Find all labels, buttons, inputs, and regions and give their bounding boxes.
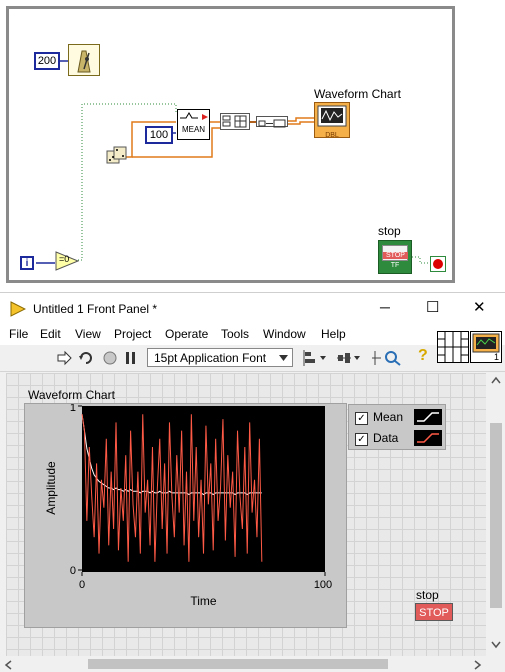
chart-terminal-label: Waveform Chart <box>314 87 401 101</box>
equal-to-zero-node[interactable]: =0 <box>55 251 80 271</box>
wire-array-chart-2[interactable] <box>288 121 314 125</box>
front-panel-canvas[interactable]: Waveform Chart 1 0 0 100 Time Amplitude ✓ Mea… <box>6 373 486 656</box>
waveform-chart-terminal[interactable]: DBL <box>314 102 350 139</box>
y-tick-label-1: 1 <box>70 404 76 414</box>
stop-button-terminal[interactable]: STOP TF <box>378 240 412 274</box>
samples-constant[interactable]: 100 <box>145 126 173 144</box>
menu-file[interactable]: File <box>9 327 28 341</box>
menu-operate[interactable]: Operate <box>165 327 208 341</box>
maximize-button[interactable]: ☐ <box>426 298 439 316</box>
align-objects-icon[interactable] <box>302 349 328 367</box>
vi-icon[interactable]: 1 <box>470 331 502 363</box>
vertical-scrollbar[interactable] <box>487 373 505 656</box>
window-title: Untitled 1 Front Panel * <box>33 302 158 316</box>
font-select-value: 15pt Application Font <box>154 351 267 365</box>
scroll-left-icon[interactable] <box>4 660 12 670</box>
bundle-node[interactable] <box>220 113 250 130</box>
y-axis-label: Amplitude <box>44 461 58 515</box>
chart-terminal-type: DBL <box>325 132 339 139</box>
stop-terminal-type: TF <box>390 262 400 269</box>
x-tick-label-0: 0 <box>79 579 85 591</box>
minimize-button[interactable]: ─ <box>380 299 390 315</box>
chart-title: Waveform Chart <box>28 388 115 402</box>
y-tick-label-0: 0 <box>70 565 76 577</box>
chart-icon <box>317 105 347 127</box>
menu-help[interactable]: Help <box>321 327 346 341</box>
loop-condition-terminal[interactable] <box>430 256 446 272</box>
legend-label-mean: Mean <box>373 410 404 424</box>
front-panel-window: Untitled 1 Front Panel * ─ ☐ ✕ File Edit… <box>0 292 505 672</box>
run-continuously-icon[interactable] <box>77 349 95 367</box>
menu-tools[interactable]: Tools <box>221 327 249 341</box>
iteration-terminal[interactable]: i <box>20 256 34 270</box>
metronome-icon <box>77 50 91 73</box>
stop-condition-icon <box>433 259 443 269</box>
vertical-scroll-thumb[interactable] <box>490 423 502 608</box>
vi-chart-icon <box>472 333 500 353</box>
wire-array-chart[interactable] <box>288 117 314 122</box>
title-bar[interactable]: Untitled 1 Front Panel * ─ ☐ ✕ <box>0 293 505 325</box>
x-axis-label: Time <box>190 594 217 608</box>
distribute-objects-icon[interactable] <box>336 349 362 367</box>
menu-project[interactable]: Project <box>114 327 151 341</box>
horizontal-scrollbar[interactable] <box>0 656 487 672</box>
bundle-icon <box>222 115 247 128</box>
wire-stop[interactable] <box>412 256 430 264</box>
menu-window[interactable]: Window <box>263 327 306 341</box>
horizontal-scroll-thumb[interactable] <box>88 659 388 669</box>
stop-label: stop <box>416 588 439 602</box>
context-help-button[interactable]: ? <box>418 347 428 365</box>
legend-checkbox-mean[interactable]: ✓ <box>355 412 368 425</box>
stop-terminal-label: stop <box>378 224 401 238</box>
scroll-right-icon[interactable] <box>474 660 482 670</box>
connector-pane-icon[interactable] <box>437 331 469 363</box>
dice-icon <box>106 146 127 164</box>
scroll-up-icon[interactable] <box>491 376 501 384</box>
build-array-icon <box>258 119 286 128</box>
legend-swatch-mean[interactable] <box>414 409 442 425</box>
x-tick-label-100: 100 <box>314 579 332 591</box>
resize-objects-icon[interactable] <box>371 349 407 367</box>
mean-label: MEAN <box>181 125 206 134</box>
menu-view[interactable]: View <box>75 327 101 341</box>
waveform-chart[interactable]: 1 0 0 100 Time Amplitude <box>24 402 347 628</box>
stop-button-text: STOP <box>419 607 449 619</box>
abort-icon[interactable] <box>102 350 118 366</box>
menu-edit[interactable]: Edit <box>40 327 61 341</box>
ptbypt-arrow-icon <box>180 112 208 120</box>
wait-ms-vi-icon[interactable] <box>68 44 100 76</box>
legend-checkbox-data[interactable]: ✓ <box>355 433 368 446</box>
legend-label-data: Data <box>373 431 399 445</box>
scroll-down-icon[interactable] <box>491 641 501 649</box>
pause-icon[interactable] <box>124 350 138 366</box>
plot-legend[interactable]: ✓ Mean ✓ Data <box>348 404 446 450</box>
stop-button[interactable]: STOP <box>415 603 453 621</box>
close-button[interactable]: ✕ <box>473 298 486 316</box>
stop-terminal-text: STOP <box>383 252 408 259</box>
wait-constant[interactable]: 200 <box>34 52 60 70</box>
chart-plot-svg[interactable]: 100 100TimeAmplitude <box>25 402 346 627</box>
chevron-down-icon <box>279 355 288 361</box>
build-array-node[interactable] <box>256 116 288 128</box>
connector-pane-number: 1 <box>493 352 499 362</box>
run-arrow-icon[interactable] <box>56 350 72 366</box>
labview-app-icon <box>10 301 26 317</box>
toolbar: 15pt Application Font ? <box>0 345 505 372</box>
compare-label: =0 <box>59 254 70 264</box>
mean-ptbypt-vi[interactable]: MEAN <box>177 109 210 140</box>
random-number-icon[interactable] <box>106 145 127 165</box>
menu-bar: File Edit View Project Operate Tools Win… <box>0 325 505 345</box>
legend-swatch-data[interactable] <box>414 430 442 446</box>
font-select[interactable]: 15pt Application Font <box>147 348 293 367</box>
